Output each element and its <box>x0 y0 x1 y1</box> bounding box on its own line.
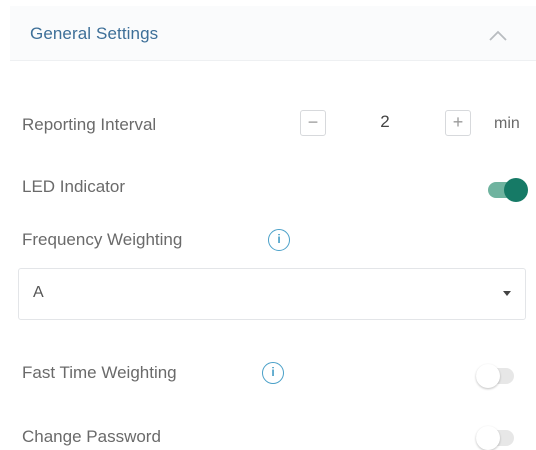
toggle-knob <box>504 178 528 202</box>
led-indicator-toggle[interactable] <box>488 178 528 202</box>
fast-time-weighting-toggle[interactable] <box>476 364 514 388</box>
toggle-knob <box>476 426 500 450</box>
frequency-weighting-value: A <box>33 284 44 301</box>
info-icon[interactable]: i <box>262 362 284 384</box>
section-title: General Settings <box>30 24 159 43</box>
increment-button[interactable]: + <box>445 110 471 136</box>
reporting-interval-label: Reporting Interval <box>22 115 157 134</box>
interval-unit: min <box>494 115 520 132</box>
fast-time-weighting-label: Fast Time Weighting <box>22 363 177 382</box>
frequency-weighting-label: Frequency Weighting <box>22 230 183 249</box>
general-settings-header[interactable]: General Settings <box>10 6 536 61</box>
decrement-button[interactable]: − <box>300 110 326 136</box>
chevron-up-icon[interactable] <box>486 24 510 48</box>
reporting-interval-value[interactable]: 2 <box>370 112 400 132</box>
led-indicator-label: LED Indicator <box>22 177 125 196</box>
info-icon[interactable]: i <box>268 229 290 251</box>
frequency-weighting-select[interactable]: A <box>18 268 526 320</box>
change-password-label: Change Password <box>22 427 161 446</box>
toggle-knob <box>476 364 500 388</box>
change-password-toggle[interactable] <box>476 426 514 450</box>
dropdown-caret-icon <box>503 291 511 296</box>
